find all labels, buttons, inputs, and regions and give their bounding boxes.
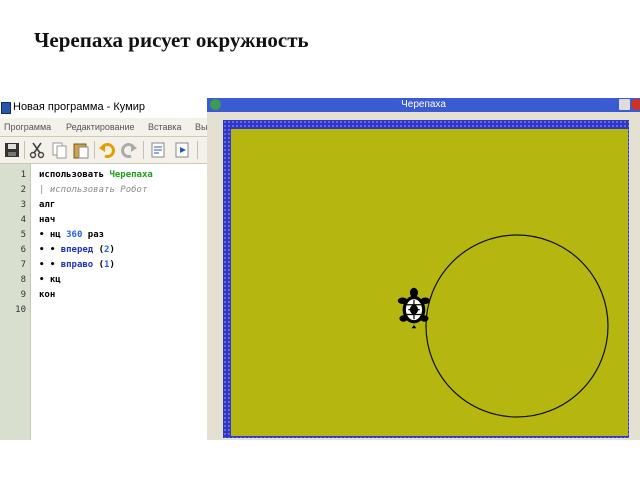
keyword: раз bbox=[87, 230, 105, 240]
slide-title: Черепаха рисует окружность bbox=[34, 28, 309, 52]
line-number: 3 bbox=[20, 200, 26, 210]
paren: ) bbox=[109, 260, 115, 270]
toolbar bbox=[0, 137, 207, 164]
code-line-8: • кц bbox=[39, 275, 61, 285]
turtle-titlebar[interactable]: Черепаха bbox=[207, 98, 640, 112]
run-icon[interactable] bbox=[172, 140, 192, 160]
undo-icon[interactable] bbox=[97, 140, 117, 160]
code-line-7: • • вправо (1) bbox=[39, 260, 115, 270]
copy-icon[interactable] bbox=[49, 140, 69, 160]
code-line-1: использовать Черепаха bbox=[39, 170, 153, 180]
line-number: 6 bbox=[20, 245, 26, 255]
menu-bar: Программа Редактирование Вставка Вы bbox=[0, 118, 207, 137]
turtle-window-title: Черепаха bbox=[401, 99, 446, 110]
line-number: 1 bbox=[20, 170, 26, 180]
module-name: Черепаха bbox=[109, 170, 153, 180]
redo-icon[interactable] bbox=[119, 140, 139, 160]
command: вперед bbox=[60, 245, 94, 255]
menu-program[interactable]: Программа bbox=[4, 122, 51, 132]
app-icon bbox=[1, 102, 11, 114]
turtle-icon bbox=[397, 282, 449, 334]
line-number-gutter: 1 2 3 4 5 6 7 8 9 10 bbox=[0, 164, 31, 440]
paste-icon[interactable] bbox=[71, 140, 91, 160]
indent-bullet: • bbox=[39, 275, 45, 285]
line-number: 2 bbox=[20, 185, 26, 195]
keyword: использовать bbox=[39, 170, 105, 180]
menu-insert[interactable]: Вставка bbox=[148, 122, 181, 132]
code-line-2: | использовать Робот bbox=[39, 185, 148, 195]
indent-bullet: • bbox=[39, 230, 45, 240]
line-number: 5 bbox=[20, 230, 26, 240]
line-number: 8 bbox=[20, 275, 26, 285]
indent-bullet: • • bbox=[39, 245, 56, 255]
menu-more[interactable]: Вы bbox=[195, 122, 207, 132]
kumir-window: Новая программа - Кумир Программа Редакт… bbox=[0, 98, 207, 440]
code-line-5: • нц 360 раз bbox=[39, 230, 104, 240]
close-button[interactable] bbox=[631, 99, 640, 110]
cut-icon[interactable] bbox=[27, 140, 47, 160]
line-number: 9 bbox=[20, 290, 26, 300]
menu-edit[interactable]: Редактирование bbox=[66, 122, 135, 132]
save-icon[interactable] bbox=[2, 140, 22, 160]
keyword: нц bbox=[49, 230, 61, 240]
kumir-titlebar[interactable]: Новая программа - Кумир bbox=[0, 98, 207, 118]
indent-bullet: • • bbox=[39, 260, 56, 270]
code-line-9: кон bbox=[39, 290, 56, 300]
code-editor[interactable]: использовать Черепаха | использовать Роб… bbox=[31, 164, 207, 440]
line-number: 4 bbox=[20, 215, 26, 225]
code-line-6: • • вперед (2) bbox=[39, 245, 115, 255]
number: 360 bbox=[66, 230, 83, 240]
command: вправо bbox=[60, 260, 94, 270]
insert-icon[interactable] bbox=[148, 140, 168, 160]
line-number: 10 bbox=[15, 305, 26, 315]
line-number: 7 bbox=[20, 260, 26, 270]
paren: ) bbox=[109, 245, 115, 255]
kumir-window-title: Новая программа - Кумир bbox=[13, 101, 145, 113]
minimize-button[interactable] bbox=[619, 99, 630, 110]
code-line-3: алг bbox=[39, 200, 56, 210]
keyword: кц bbox=[49, 275, 61, 285]
code-line-4: нач bbox=[39, 215, 56, 225]
